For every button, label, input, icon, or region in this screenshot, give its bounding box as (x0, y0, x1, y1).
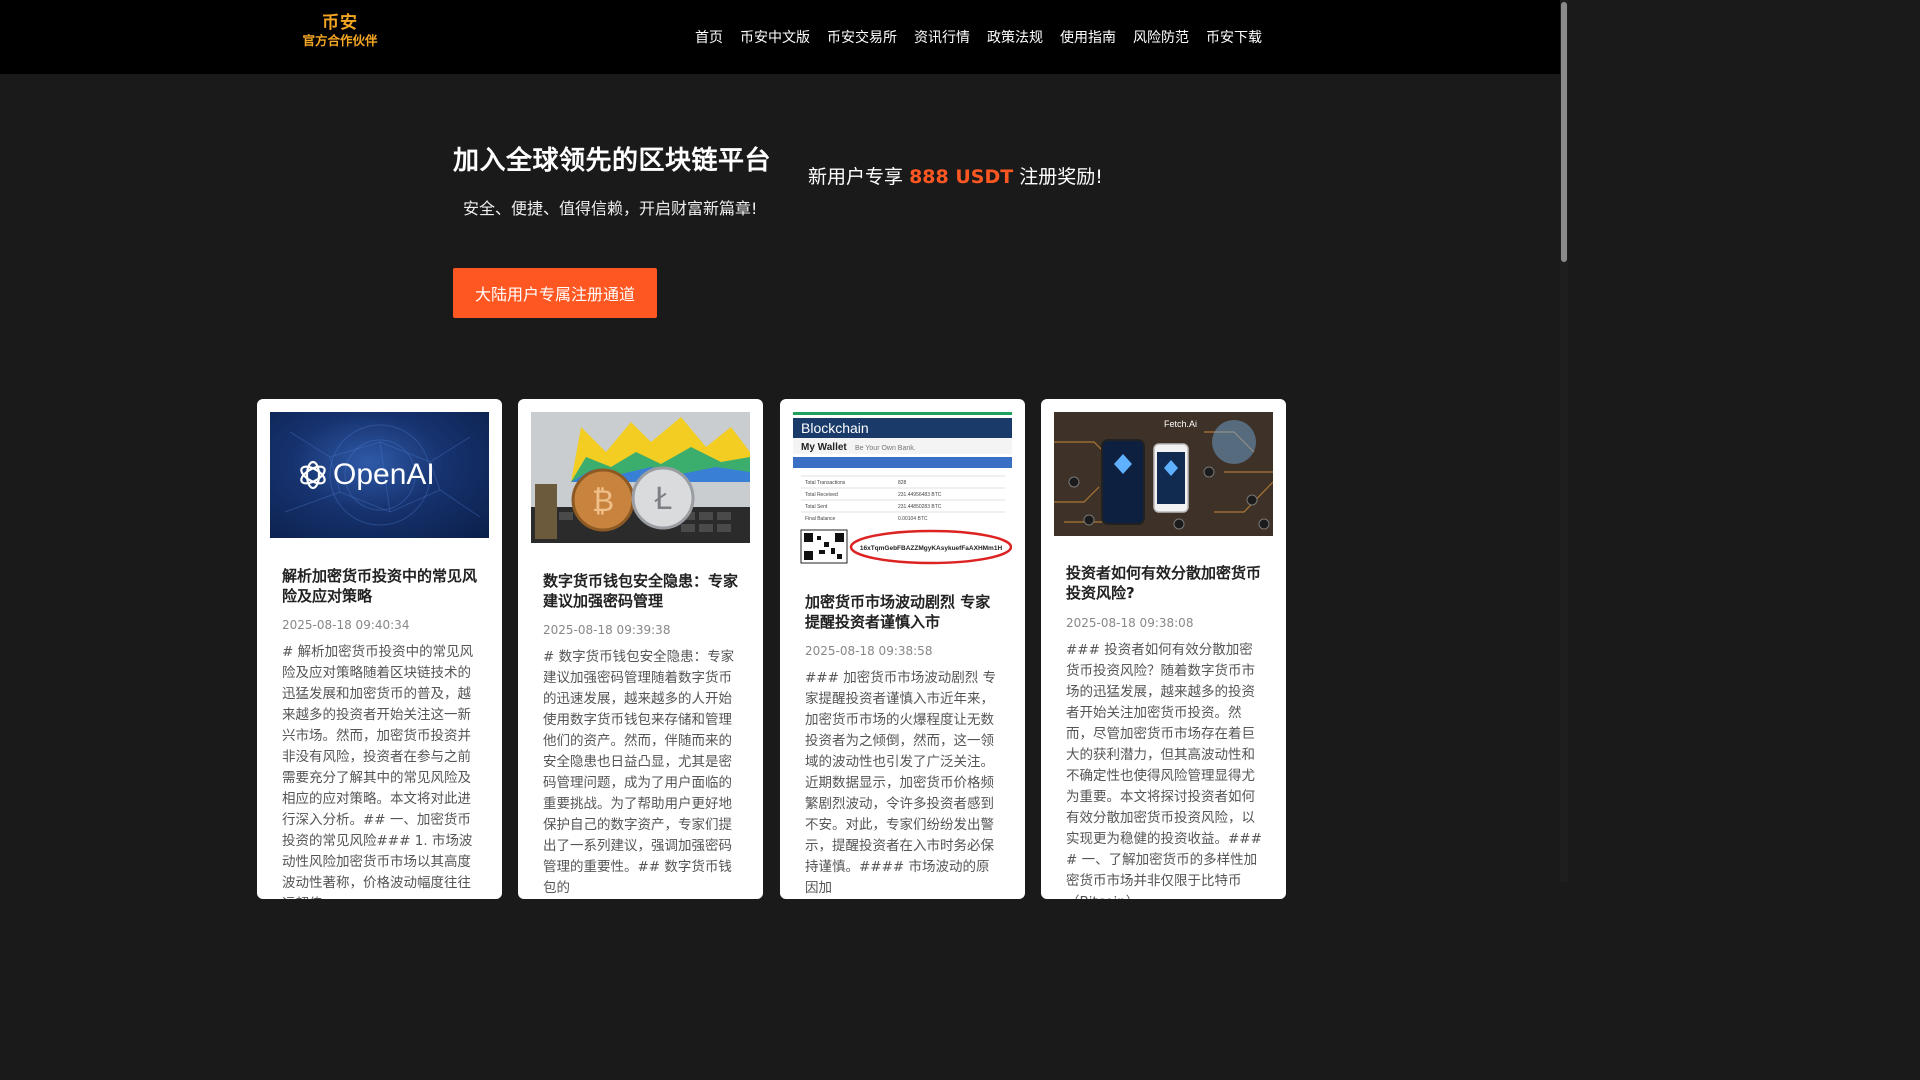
article-title[interactable]: 投资者如何有效分散加密货币投资风险? (1066, 563, 1264, 603)
article-thumbnail[interactable]: ₿ Ł (531, 412, 750, 543)
promo-suffix: 注册奖励! (1019, 166, 1103, 188)
register-button[interactable]: 大陆用户专属注册通道 (453, 268, 657, 318)
main-nav: 首页 币安中文版 币安交易所 资讯行情 政策法规 使用指南 风险防范 币安下载 (695, 0, 1262, 74)
blockchain-wallet-screenshot: Blockchain My Wallet Be Your Own Bank. T… (793, 412, 1012, 565)
card-image-label: OpenAI (333, 458, 435, 491)
article-excerpt: # 数字货币钱包安全隐患：专家建议加强密码管理随着数字货币的迅速发展，越来越多的… (543, 649, 735, 896)
article-date: 2025-08-18 09:38:08 (1066, 616, 1194, 630)
logo-subtitle: 官方合作伙伴 (302, 32, 378, 48)
nav-item-exchange[interactable]: 币安交易所 (827, 27, 897, 47)
svg-text:Total Transactions: Total Transactions (805, 480, 846, 486)
page-scrollbar[interactable] (1560, 0, 1568, 882)
article-excerpt: # 解析加密货币投资中的常见风险及应对策略随着区块链技术的迅猛发展和加密货币的普… (282, 644, 474, 899)
article-date: 2025-08-18 09:39:38 (543, 623, 671, 637)
article-title[interactable]: 加密货币市场波动剧烈 专家提醒投资者谨慎入市 (805, 592, 1003, 632)
article-date: 2025-08-18 09:40:34 (282, 618, 410, 632)
promo-text: 新用户专享 888 USDT 注册奖励! (808, 162, 1103, 189)
promo-prefix: 新用户专享 (808, 166, 904, 188)
svg-text:Total Sent: Total Sent (805, 504, 828, 510)
openai-logo-icon (300, 460, 326, 490)
wallet-heading: My Wallet (801, 442, 847, 453)
nav-item-risk[interactable]: 风险防范 (1133, 27, 1189, 47)
hero-subtitle: 安全、便捷、值得信赖，开启财富新篇章! (463, 199, 758, 218)
article-thumbnail[interactable]: Blockchain My Wallet Be Your Own Bank. T… (793, 412, 1012, 565)
article-card[interactable]: Blockchain My Wallet Be Your Own Bank. T… (780, 399, 1025, 899)
site-logo[interactable]: 币安 官方合作伙伴 (300, 13, 380, 48)
nav-item-chinese-version[interactable]: 币安中文版 (740, 27, 810, 47)
wallet-address: 16xTqmGebFBAZZMgyKAsykuefFaAXHMm1H (860, 545, 1003, 552)
nav-item-download[interactable]: 币安下载 (1206, 27, 1262, 47)
article-excerpt: ### 投资者如何有效分散加密货币投资风险？随着数字货币市场的迅猛发展，越来越多… (1066, 642, 1262, 899)
logo-title: 币安 (322, 13, 358, 33)
svg-text:Final Balance: Final Balance (805, 516, 836, 522)
hero-title: 加入全球领先的区块链平台 (453, 146, 772, 176)
article-card[interactable]: Fetch.Ai 投资者如何有效分散加密货币投资风险? 2025-08-18 0… (1041, 399, 1286, 899)
nav-item-guide[interactable]: 使用指南 (1060, 27, 1116, 47)
svg-text:0.00104 BTC: 0.00104 BTC (898, 516, 928, 522)
svg-text:828: 828 (898, 480, 907, 486)
promo-amount: 888 USDT (909, 166, 1014, 188)
article-title[interactable]: 解析加密货币投资中的常见风险及应对策略 (282, 566, 480, 606)
blockchain-brand: Blockchain (801, 420, 869, 436)
svg-text:231.44850283 BTC: 231.44850283 BTC (898, 504, 942, 510)
nav-item-home[interactable]: 首页 (695, 27, 723, 47)
svg-text:231.44956483 BTC: 231.44956483 BTC (898, 492, 942, 498)
openai-banner-image: OpenAI (284, 424, 481, 526)
phone-icon (1101, 439, 1145, 525)
top-navigation-bar: 币安 官方合作伙伴 首页 币安中文版 币安交易所 资讯行情 政策法规 使用指南 … (0, 0, 1560, 74)
article-thumbnail[interactable]: Fetch.Ai (1054, 412, 1273, 536)
coins-photo-image: ₿ Ł (531, 412, 750, 543)
nav-item-policy[interactable]: 政策法规 (987, 27, 1043, 47)
article-date: 2025-08-18 09:38:58 (805, 644, 933, 658)
article-card[interactable]: OpenAI 解析加密货币投资中的常见风险及应对策略 2025-08-18 09… (257, 399, 502, 899)
scrollbar-thumb[interactable] (1561, 2, 1567, 262)
svg-text:Ł: Ł (654, 482, 672, 517)
svg-text:Total Received: Total Received (805, 492, 838, 498)
article-title[interactable]: 数字货币钱包安全隐患：专家建议加强密码管理 (543, 571, 741, 611)
article-thumbnail[interactable]: OpenAI (270, 412, 489, 538)
article-excerpt: ### 加密货币市场波动剧烈 专家提醒投资者谨慎入市近年来，加密货币市场的火爆程… (805, 670, 997, 896)
nav-item-news[interactable]: 资讯行情 (914, 27, 970, 47)
article-card[interactable]: ₿ Ł 数字货币钱包安全隐患：专家建议加强密码管理 2025-08-18 09:… (518, 399, 763, 899)
svg-text:₿: ₿ (592, 484, 614, 519)
wallet-tagline: Be Your Own Bank. (855, 445, 916, 452)
card-image-label: Fetch.Ai (1164, 419, 1197, 429)
fetchai-phones-image: Fetch.Ai (1054, 412, 1273, 536)
